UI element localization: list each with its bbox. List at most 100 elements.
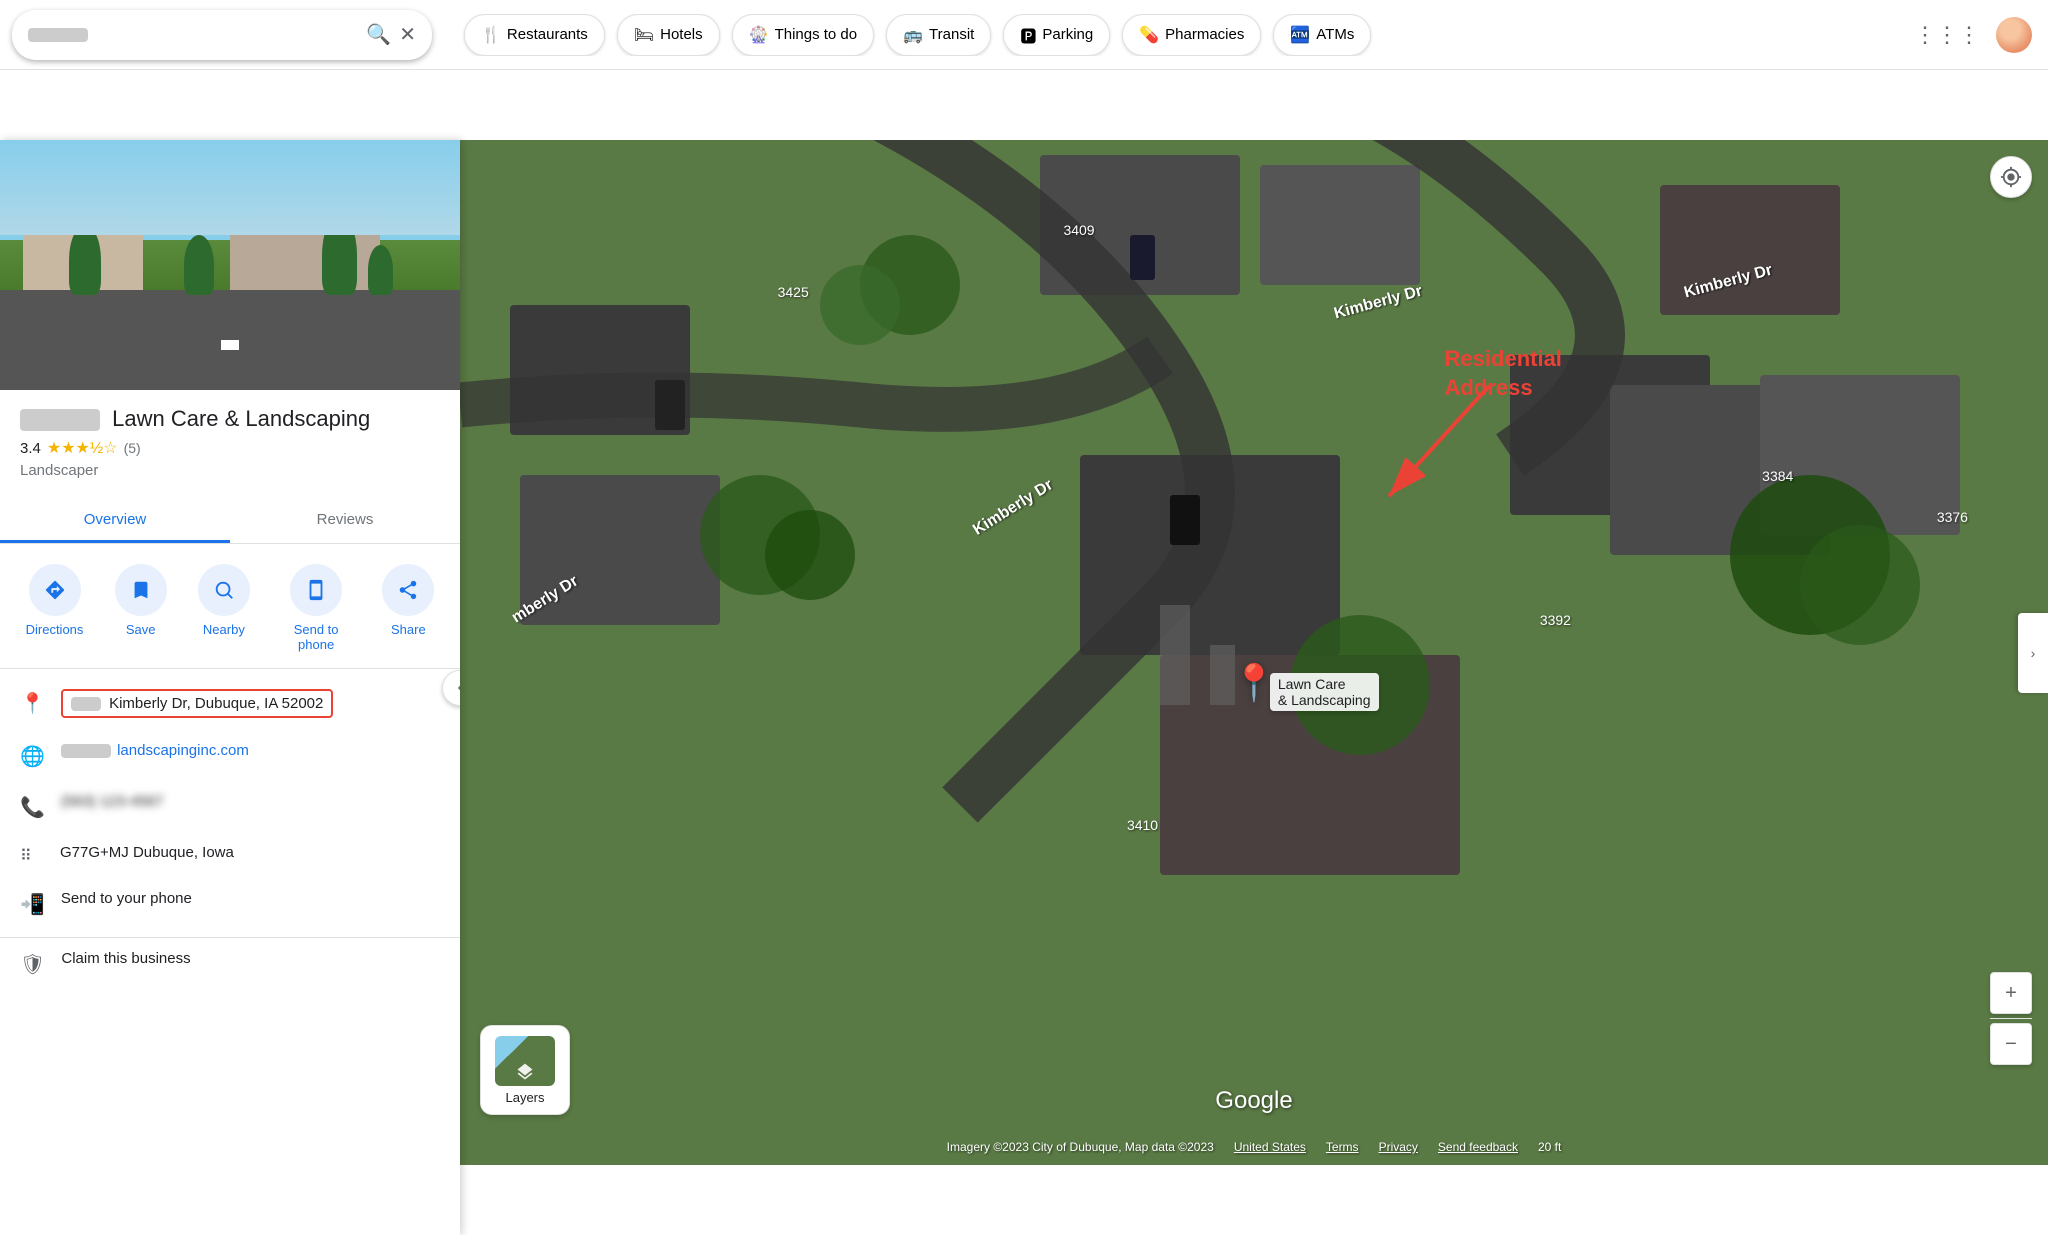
name-blur	[20, 409, 100, 431]
transit-icon: 🚌	[903, 25, 923, 45]
locate-me-button[interactable]	[1990, 156, 2032, 198]
share-icon-circle	[382, 564, 434, 616]
zoom-level: 20 ft	[1538, 1140, 1561, 1154]
nearby-label: Nearby	[203, 622, 245, 637]
claim-row[interactable]: 🛡 Claim this business	[0, 938, 460, 989]
map-roads-svg	[460, 140, 2048, 1165]
send-to-phone-text: Send to your phone	[61, 890, 440, 907]
layers-icon	[515, 1062, 535, 1082]
atms-icon: 🏧	[1290, 25, 1310, 45]
annotation-line1: Residential	[1445, 346, 1562, 371]
hotels-icon: 🛏	[634, 25, 654, 45]
pill-parking[interactable]: 🅿 Parking	[1003, 14, 1110, 56]
phone-icon: 📞	[20, 793, 45, 820]
top-right: ⋮⋮⋮	[1914, 17, 2048, 53]
sv-road	[0, 290, 460, 390]
search-bar: Lawn Care & Landscaping 🔍 ✕	[12, 10, 432, 60]
tab-reviews[interactable]: Reviews	[230, 499, 460, 543]
share-button[interactable]: Share	[382, 564, 434, 652]
review-count: (5)	[124, 440, 141, 456]
share-label: Share	[391, 622, 426, 637]
things-to-do-icon: 🎡	[749, 25, 769, 45]
map-zoom-controls: + −	[1990, 972, 2032, 1065]
sv-tree-1	[184, 235, 214, 295]
privacy-link[interactable]: Privacy	[1379, 1140, 1418, 1154]
zoom-out-button[interactable]: −	[1990, 1023, 2032, 1065]
save-label: Save	[126, 622, 156, 637]
pill-things-to-do-label: Things to do	[775, 26, 858, 43]
top-bar: Lawn Care & Landscaping 🔍 ✕ 🍴 Restaurant…	[0, 0, 2048, 70]
street-num-3392: 3392	[1540, 612, 1571, 628]
save-icon-circle	[115, 564, 167, 616]
plus-code-content: G77G+MJ Dubuque, Iowa	[60, 844, 440, 861]
main-content: Lawn Care & Landscaping 3.4 ★★★½☆ (5) La…	[0, 70, 2048, 1165]
send-to-phone-button[interactable]: Send to phone	[281, 564, 351, 652]
layers-thumbnail	[495, 1036, 555, 1086]
zoom-in-button[interactable]: +	[1990, 972, 2032, 1014]
terms-link[interactable]: Terms	[1326, 1140, 1359, 1154]
claim-section: 🛡 Claim this business	[0, 937, 460, 989]
shield-icon: 🛡	[20, 950, 45, 977]
pharmacies-icon: 💊	[1139, 25, 1159, 45]
pill-pharmacies[interactable]: 💊 Pharmacies	[1122, 14, 1261, 56]
address-text: Kimberly Dr, Dubuque, IA 52002	[109, 695, 323, 712]
website-link[interactable]: landscapinginc.com	[117, 742, 249, 759]
street-view-expand-button[interactable]: ›	[2018, 613, 2048, 693]
business-name: Lawn Care & Landscaping	[20, 406, 440, 432]
user-avatar[interactable]	[1996, 17, 2032, 53]
send-to-phone-icon-circle	[290, 564, 342, 616]
plus-code-row: ⠿ G77G+MJ Dubuque, Iowa	[0, 832, 460, 878]
united-states-link[interactable]: United States	[1234, 1140, 1306, 1154]
directions-button[interactable]: Directions	[26, 564, 84, 652]
tabs-container: Overview Reviews	[0, 499, 460, 544]
save-button[interactable]: Save	[115, 564, 167, 652]
search-icon-button[interactable]: 🔍	[366, 22, 391, 47]
send-phone-icon: 📲	[20, 890, 45, 917]
pill-hotels-label: Hotels	[660, 26, 703, 43]
pill-atms[interactable]: 🏧 ATMs	[1273, 14, 1371, 56]
address-row: 📍 Kimberly Dr, Dubuque, IA 52002	[0, 677, 460, 730]
top-pills-container: 🍴 Restaurants 🛏 Hotels 🎡 Things to do 🚌 …	[444, 14, 1914, 56]
address-content: Kimberly Dr, Dubuque, IA 52002	[61, 689, 440, 718]
sv-tree-4	[69, 225, 101, 295]
zoom-separator	[1990, 1018, 2032, 1019]
map-attribution: Imagery ©2023 City of Dubuque, Map data …	[460, 1129, 2048, 1165]
google-watermark: Google	[1215, 1087, 1292, 1115]
address-box: Kimberly Dr, Dubuque, IA 52002	[61, 689, 333, 718]
residential-address-annotation: Residential Address	[1445, 345, 1562, 402]
rating-row: 3.4 ★★★½☆ (5)	[20, 438, 440, 458]
pill-hotels[interactable]: 🛏 Hotels	[617, 14, 720, 56]
tab-overview[interactable]: Overview	[0, 499, 230, 543]
website-prefix-blur	[61, 744, 111, 758]
search-input[interactable]: Lawn Care & Landscaping	[96, 24, 358, 45]
sv-tree-3	[368, 245, 393, 295]
annotation-line2: Address	[1445, 375, 1533, 400]
pill-restaurants[interactable]: 🍴 Restaurants	[464, 14, 605, 56]
business-type: Landscaper	[20, 462, 440, 479]
website-row: 🌐 landscapinginc.com	[0, 730, 460, 781]
layers-button[interactable]: Layers	[480, 1025, 570, 1115]
pill-things-to-do[interactable]: 🎡 Things to do	[732, 14, 874, 56]
street-num-3425: 3425	[778, 284, 809, 300]
left-panel: Lawn Care & Landscaping 3.4 ★★★½☆ (5) La…	[0, 140, 460, 1235]
pill-transit[interactable]: 🚌 Transit	[886, 14, 991, 56]
phone-row: 📞 (563) 123-4567	[0, 781, 460, 832]
parking-icon: 🅿	[1020, 23, 1036, 47]
star-rating: ★★★½☆	[47, 438, 118, 458]
street-view-photo[interactable]	[0, 140, 460, 390]
street-num-3376: 3376	[1937, 509, 1968, 525]
send-feedback-link[interactable]: Send feedback	[1438, 1140, 1518, 1154]
send-to-phone-row[interactable]: 📲 Send to your phone	[0, 878, 460, 929]
apps-grid-icon[interactable]: ⋮⋮⋮	[1914, 22, 1980, 48]
sv-sky	[0, 140, 460, 235]
address-prefix-blur	[71, 697, 101, 711]
pill-restaurants-label: Restaurants	[507, 26, 588, 43]
nearby-button[interactable]: Nearby	[198, 564, 250, 652]
plus-code-icon: ⠿	[20, 844, 44, 866]
directions-icon-circle	[29, 564, 81, 616]
street-num-3409: 3409	[1063, 222, 1094, 238]
map-area[interactable]: Kimberly Dr Kimberly Dr Kimberly Dr mber…	[460, 140, 2048, 1165]
close-icon-button[interactable]: ✕	[399, 22, 416, 47]
pill-atms-label: ATMs	[1316, 26, 1354, 43]
phone-content: (563) 123-4567	[61, 793, 440, 810]
